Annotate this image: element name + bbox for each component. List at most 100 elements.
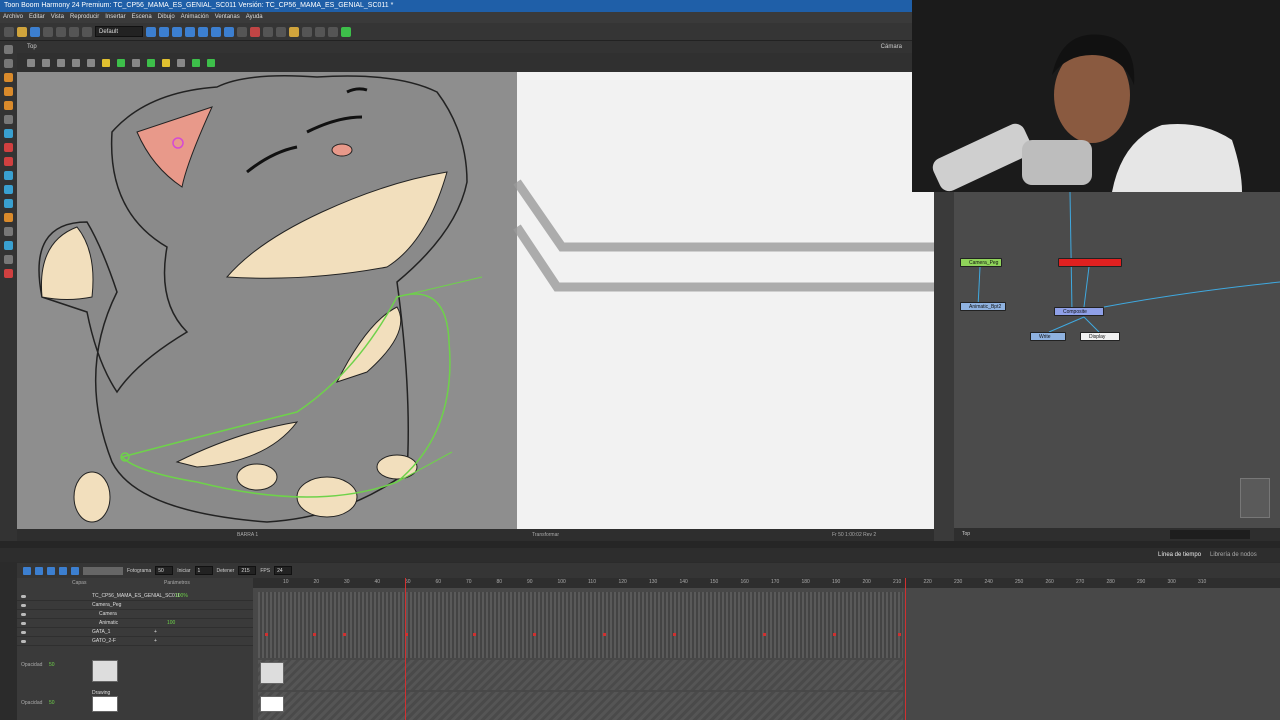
align-icon[interactable] [302, 26, 312, 37]
drawing-cells-2[interactable] [258, 692, 903, 720]
frame-ruler[interactable]: 10 20 30 40 50 60 70 80 90 100 110 120 130 140 150 160 1… [253, 578, 1280, 588]
redo-icon[interactable] [69, 26, 79, 37]
snap-icon-2[interactable] [276, 26, 286, 37]
timeline-splitter[interactable] [0, 541, 1280, 548]
flip-vertical-icon[interactable] [87, 58, 95, 67]
stroke-tool-icon[interactable] [4, 171, 13, 180]
deformer-icon-7[interactable] [237, 26, 247, 37]
opacity-value-2[interactable]: 50 [49, 700, 55, 706]
contour-editor-icon[interactable] [4, 59, 13, 68]
node-animatic[interactable]: Animatic_Bpt2 [960, 302, 1006, 311]
morph-tool-icon[interactable] [4, 199, 13, 208]
cutter-tool-icon[interactable] [4, 185, 13, 194]
tab-timeline[interactable]: Línea de tiempo [1158, 548, 1201, 562]
settings-icon[interactable] [42, 58, 50, 67]
layer-row[interactable]: GATO_2-F + [17, 637, 253, 646]
layer-row[interactable]: Camera_Peg [17, 601, 253, 610]
deformer-icon-5[interactable] [211, 26, 221, 37]
detener-field[interactable]: 215 [238, 566, 257, 575]
preset-save-icon[interactable] [146, 26, 156, 37]
drawing-thumbnail-2[interactable] [92, 696, 118, 712]
keyframe-marker[interactable] [473, 633, 476, 636]
open-folder-icon[interactable] [17, 26, 27, 37]
opacity-value[interactable]: 50 [49, 662, 55, 668]
onion-skin-icon[interactable] [4, 269, 13, 278]
script-run-icon[interactable] [341, 26, 351, 37]
stop-icon[interactable] [35, 566, 43, 575]
ellipse-icon[interactable] [162, 58, 170, 67]
keyframe-marker[interactable] [898, 633, 901, 636]
fps-field[interactable]: 24 [274, 566, 293, 575]
iniciar-field[interactable]: 1 [194, 566, 213, 575]
keyframe-marker[interactable] [313, 633, 316, 636]
keyframe-marker[interactable] [763, 633, 766, 636]
menu-dibujo[interactable]: Dibujo [155, 12, 178, 23]
pivot-icon[interactable] [27, 58, 35, 67]
drawing-thumbnail[interactable] [92, 660, 118, 682]
path-icon[interactable] [207, 58, 215, 67]
eraser-tool-icon[interactable] [4, 101, 13, 110]
node-red[interactable] [1058, 258, 1122, 267]
menu-archivo[interactable]: Archivo [0, 12, 26, 23]
workspace-icon[interactable] [82, 26, 92, 37]
eye-icon[interactable] [21, 613, 26, 616]
deformer-icon-4[interactable] [198, 26, 208, 37]
kill-deformer-icon[interactable] [250, 26, 260, 37]
grid-icon[interactable] [57, 58, 65, 67]
flip-icon[interactable] [315, 26, 325, 37]
eye-icon[interactable] [21, 640, 26, 643]
node-view[interactable]: Camera_Peg Animatic_Bpt2 Composite Write… [954, 192, 1280, 528]
play-icon[interactable] [23, 566, 31, 575]
eye-icon[interactable] [21, 622, 26, 625]
speed-slider[interactable] [83, 566, 123, 575]
loop-icon[interactable] [47, 566, 55, 575]
add-icon[interactable]: + [154, 628, 157, 637]
keyframe-marker[interactable] [405, 633, 408, 636]
node-composite[interactable]: Composite [1054, 307, 1104, 316]
deformer-icon-3[interactable] [185, 26, 195, 37]
cat-character[interactable] [38, 75, 468, 523]
rotate-icon[interactable] [328, 26, 338, 37]
add-icon[interactable]: + [154, 637, 157, 646]
keyframe-marker[interactable] [833, 633, 836, 636]
first-frame-icon[interactable] [59, 566, 67, 575]
snap-icon-1[interactable] [263, 26, 273, 37]
eye-icon[interactable] [21, 604, 26, 607]
fill-icon[interactable] [117, 58, 125, 67]
shape-tool-icon[interactable] [4, 129, 13, 138]
scene-end-marker[interactable] [905, 578, 906, 720]
fotograma-field[interactable]: 50 [155, 566, 174, 575]
line-icon[interactable] [132, 58, 140, 67]
scene-settings-icon[interactable] [43, 26, 53, 37]
node-search-input[interactable] [1170, 530, 1250, 539]
dropper-icon[interactable] [4, 157, 13, 166]
eye-icon[interactable] [21, 595, 26, 598]
pencil-tool-icon[interactable] [4, 87, 13, 96]
keyframe-marker[interactable] [533, 633, 536, 636]
text-tool-icon[interactable] [4, 115, 13, 124]
menu-reproducir[interactable]: Reproducir [67, 12, 102, 23]
eye-icon[interactable] [21, 631, 26, 634]
curve-icon[interactable] [147, 58, 155, 67]
deformer-icon-2[interactable] [172, 26, 182, 37]
drawing-canvas[interactable] [17, 72, 934, 529]
keyframe-marker[interactable] [265, 633, 268, 636]
menu-animacion[interactable]: Animación [178, 12, 212, 23]
menu-insertar[interactable]: Insertar [102, 12, 128, 23]
undo-icon[interactable] [56, 26, 66, 37]
tab-top[interactable]: Top [27, 41, 37, 53]
node-display[interactable]: Display [1080, 332, 1120, 341]
workspace-preset-select[interactable]: Default [95, 26, 143, 37]
deformer-icon-6[interactable] [224, 26, 234, 37]
menu-editar[interactable]: Editar [26, 12, 48, 23]
zoom-tool-icon[interactable] [4, 241, 13, 250]
node-write[interactable]: Write [1030, 332, 1066, 341]
menu-ayuda[interactable]: Ayuda [243, 12, 266, 23]
layer-row[interactable]: Camera [17, 610, 253, 619]
layer-row[interactable]: TC_CP56_MAMA_ES_GENIAL_SC011 100% [17, 592, 253, 601]
hand-tool-icon[interactable] [4, 255, 13, 264]
deformer-icon-1[interactable] [159, 26, 169, 37]
keyframe-marker[interactable] [673, 633, 676, 636]
playhead[interactable] [405, 578, 406, 720]
save-icon[interactable] [30, 26, 40, 37]
